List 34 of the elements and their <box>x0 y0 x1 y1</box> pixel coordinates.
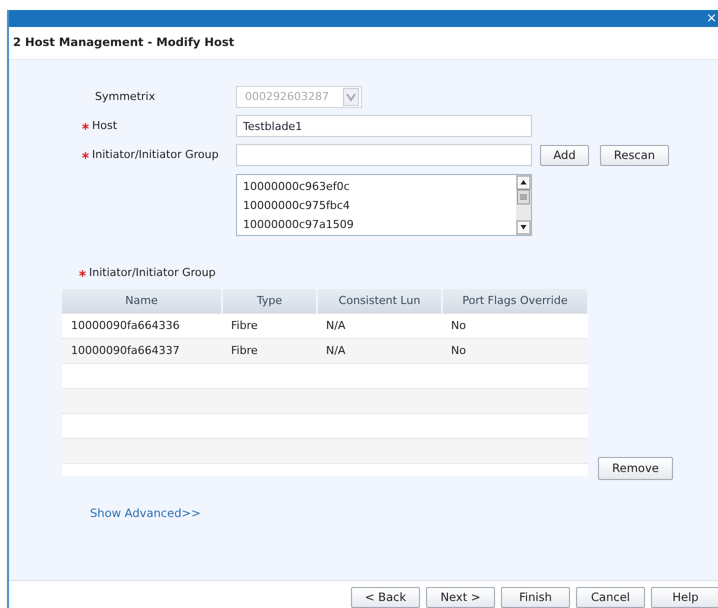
host-field[interactable]: Testblade1 <box>236 115 532 138</box>
wizard-button[interactable]: Next > <box>426 587 495 608</box>
required-field-label: Initiator/Initiator Group <box>89 264 216 281</box>
wizard-button[interactable]: Help <box>651 587 718 608</box>
scrollbar-icon[interactable] <box>516 174 531 235</box>
show-advanced-link[interactable]: Show Advanced>> <box>90 506 201 520</box>
list-item[interactable]: 10000000c97a1509 <box>243 214 510 234</box>
table-cell: 10000090fa664337 <box>62 338 222 364</box>
list-item[interactable]: 10000000c963ef0c <box>243 176 510 196</box>
table-cell: N/A <box>317 314 442 339</box>
table-cell: No <box>442 314 588 339</box>
table-cell: N/A <box>317 338 442 364</box>
initiator-field[interactable] <box>236 144 532 166</box>
table-cell: Fibre <box>222 338 317 364</box>
column-header[interactable]: Type <box>222 288 317 314</box>
remove-button[interactable]: Remove <box>598 456 673 480</box>
required-field-label: Host <box>92 118 118 134</box>
wizard-button[interactable]: < Back <box>351 587 420 608</box>
table-cell: Fibre <box>222 314 317 339</box>
column-header[interactable]: Port Flags Override <box>442 288 588 314</box>
rescan-button[interactable]: Rescan <box>600 144 669 166</box>
table-cell: 10000090fa664336 <box>62 314 222 339</box>
column-header[interactable]: Consistent Lun <box>317 288 442 314</box>
list-item[interactable]: 10000000c975fbc4 <box>243 196 510 215</box>
add-button[interactable]: Add <box>540 144 589 166</box>
close-button[interactable]: × <box>706 12 717 25</box>
required-field-label: Initiator/Initiator Group <box>92 146 219 163</box>
field-label: Symmetrix <box>95 88 156 105</box>
symmetrix-dropdown: 000292603287 <box>236 86 362 108</box>
wizard-button[interactable]: Cancel <box>576 587 645 608</box>
table-cell: No <box>442 338 588 364</box>
wizard-button[interactable]: Finish <box>501 587 570 608</box>
column-header[interactable]: Name <box>62 288 222 314</box>
dialog-title: 2 Host Management - Modify Host <box>13 34 234 52</box>
